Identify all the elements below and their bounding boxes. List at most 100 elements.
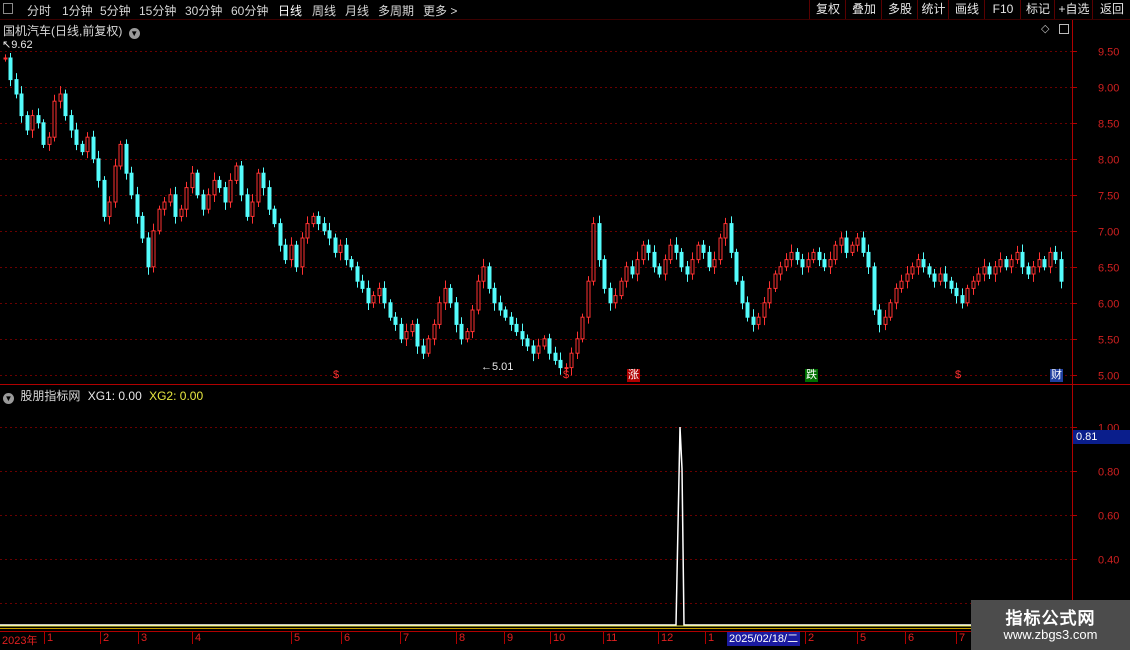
candle [597, 215, 602, 267]
candle [41, 119, 46, 148]
candle [300, 232, 305, 275]
candle [85, 132, 90, 159]
candle [63, 89, 68, 121]
candle [146, 232, 151, 275]
candle [228, 173, 233, 208]
chart-frame [0, 20, 1130, 632]
diamond-icon[interactable]: ◇ [1041, 22, 1049, 35]
indicator-dropdown-icon[interactable]: ▼ [3, 393, 14, 404]
candle [756, 312, 761, 330]
indicator-tick-label: 0.40 [1098, 555, 1119, 567]
event-marker[interactable]: 跌 [805, 369, 818, 382]
candle [388, 299, 393, 321]
month-label: 5 [291, 632, 300, 644]
candle [448, 284, 453, 308]
candle [602, 255, 607, 294]
candle [454, 297, 459, 333]
low-value: 5.01 [492, 361, 514, 373]
candle [102, 176, 107, 222]
main-tick-label: 9.00 [1098, 83, 1119, 95]
time-axis: 2023年 1 2 3 4 5 6 7 8 9 10 11 12 1 2 5 6 7 2025/02/18/二 [0, 632, 1130, 650]
month-label: 4 [192, 632, 201, 644]
event-marker[interactable]: $ [954, 369, 962, 382]
candle [960, 288, 965, 309]
dropdown-icon[interactable]: ▼ [128, 28, 140, 39]
high-value: 9.62 [11, 39, 33, 51]
candle [696, 241, 701, 264]
month-label: 12 [658, 632, 673, 644]
candle [322, 217, 327, 236]
candle [58, 86, 63, 109]
candle [773, 270, 778, 292]
candle [613, 288, 618, 309]
candle [360, 274, 365, 293]
candle [789, 244, 794, 267]
low-annotation: ←5.01 [481, 361, 513, 373]
candle [19, 86, 24, 123]
candle [377, 282, 382, 304]
candle [1020, 244, 1025, 274]
candle [652, 245, 657, 273]
candle [536, 338, 541, 359]
candle [685, 261, 690, 282]
candle [542, 335, 547, 350]
event-marker[interactable]: 涨 [627, 369, 640, 382]
candle [712, 251, 717, 274]
candle [272, 205, 277, 228]
site-watermark: 指标公式网 www.zbgs3.com [971, 600, 1130, 650]
event-marker[interactable]: 财 [1050, 369, 1063, 382]
month-label: 8 [456, 632, 465, 644]
candle [382, 281, 387, 309]
candle [124, 139, 129, 180]
main-tick-label: 8.50 [1098, 119, 1119, 131]
candle [283, 238, 288, 264]
month-label: 1 [44, 632, 53, 644]
indicator-series [0, 426, 1072, 627]
indicator-tick-label: 0.60 [1098, 511, 1119, 523]
chart-canvas[interactable]: 5.00 5.50 6.00 6.50 7.00 7.50 8.00 8.50 9.00 9.50… [0, 0, 1130, 650]
indicator-title: ▼ 股朋指标网 XG1: 0.00 XG2: 0.00 [3, 387, 203, 404]
candle [888, 299, 893, 321]
candle [1053, 245, 1058, 264]
year-label: 2023年 [2, 635, 38, 647]
candle [52, 94, 57, 142]
candle [1048, 247, 1053, 274]
candle [25, 111, 30, 136]
candle [476, 274, 481, 315]
month-label: 10 [550, 632, 565, 644]
candle [674, 237, 679, 260]
panel-toggle-icon[interactable] [1059, 24, 1069, 34]
candle [113, 158, 118, 208]
event-marker[interactable]: $ [332, 369, 340, 382]
candle [993, 261, 998, 282]
candle [195, 169, 200, 199]
candle [443, 280, 448, 310]
candle [129, 166, 134, 200]
candle [668, 238, 673, 264]
event-marker[interactable]: $ [562, 369, 570, 382]
candle [14, 73, 19, 99]
candle [487, 262, 492, 294]
indicator-grid [0, 427, 1072, 604]
candle [432, 319, 437, 346]
main-tick-label: 5.00 [1098, 371, 1119, 383]
candle [459, 317, 464, 345]
main-tick-label: 7.50 [1098, 191, 1119, 203]
candle [624, 261, 629, 288]
current-value-badge: 0.81 [1073, 430, 1130, 444]
month-label: 1 [705, 632, 714, 644]
candle [855, 232, 860, 252]
candle [943, 266, 948, 289]
month-label: 5 [857, 632, 866, 644]
candle [179, 204, 184, 222]
candle [998, 252, 1003, 273]
candle [784, 253, 789, 272]
candle [899, 274, 904, 293]
candle [701, 240, 706, 259]
candle [426, 335, 431, 357]
candle [8, 52, 13, 87]
candle [844, 230, 849, 259]
candle [338, 239, 343, 261]
candle [520, 323, 525, 346]
candle [641, 240, 646, 265]
